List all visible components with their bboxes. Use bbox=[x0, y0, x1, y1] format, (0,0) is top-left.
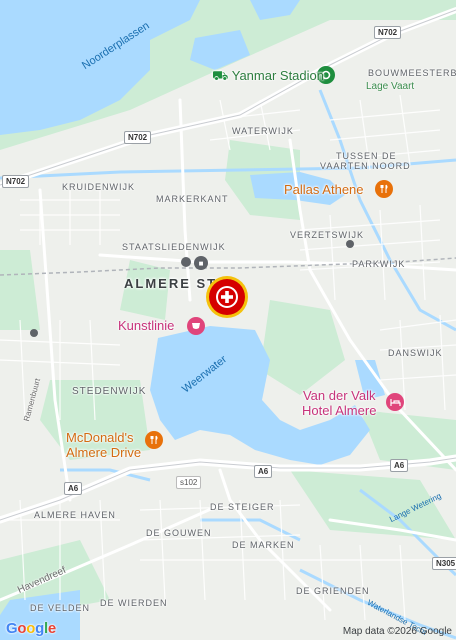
route-shield-a6: A6 bbox=[390, 459, 409, 472]
poi-label-pallas-athene[interactable]: Pallas Athene bbox=[284, 182, 364, 197]
restaurant-icon[interactable] bbox=[145, 431, 163, 449]
route-shield-n702: N702 bbox=[2, 175, 30, 188]
district-label-waterwijk: WATERWIJK bbox=[232, 126, 294, 136]
district-label-almere-haven: ALMERE HAVEN bbox=[34, 510, 116, 520]
poi-label-yanmar-stadion[interactable]: ⛟ Yanmar Stadion bbox=[212, 68, 324, 83]
district-label-de-grienden: DE GRIENDEN bbox=[296, 586, 370, 596]
hotel-icon[interactable] bbox=[386, 393, 404, 411]
district-label-stedenwijk: STEDENWIJK bbox=[72, 386, 147, 397]
district-label-parkwijk: PARKWIJK bbox=[352, 259, 406, 269]
district-label-danswijk: DANSWIJK bbox=[388, 348, 443, 358]
map-attribution[interactable]: Map data ©2026 Google bbox=[343, 626, 452, 637]
district-label-kruidenwijk: KRUIDENWIJK bbox=[62, 182, 136, 192]
google-logo-text: Google bbox=[6, 620, 56, 637]
district-label-de-gouwen: DE GOUWEN bbox=[146, 528, 212, 538]
poi-label-mcdonalds[interactable]: McDonald's Almere Drive bbox=[66, 430, 141, 460]
district-label-de-marken: DE MARKEN bbox=[232, 540, 295, 550]
district-label-de-wierden: DE WIERDEN bbox=[100, 598, 168, 608]
route-shield-n702: N702 bbox=[124, 131, 152, 144]
poi-label-van-der-valk[interactable]: Van der Valk Hotel Almere bbox=[302, 388, 376, 418]
location-marker[interactable] bbox=[204, 274, 250, 320]
map-canvas[interactable]: Noorderplassen Weerwater Lange Wetering … bbox=[0, 0, 456, 640]
district-label-tussen-de-vaarten-noord: VAARTEN NOORD bbox=[320, 161, 411, 171]
district-label-tussen-de-vaarten-noord: TUSSEN DE bbox=[336, 151, 397, 161]
poi-label-kunstlinie[interactable]: Kunstlinie bbox=[118, 318, 174, 333]
route-shield-a6: A6 bbox=[254, 465, 273, 478]
route-shield-n305: N305 bbox=[432, 557, 456, 570]
poi-label-lage-vaart[interactable]: Lage Vaart bbox=[366, 81, 414, 92]
theater-icon[interactable] bbox=[187, 317, 205, 335]
district-label-bouwmeesterbuurt: BOUWMEESTERBU bbox=[368, 68, 456, 78]
google-logo[interactable]: Google bbox=[6, 620, 56, 637]
route-shield-a6: A6 bbox=[64, 482, 83, 495]
district-label-markerkant: MARKERKANT bbox=[156, 194, 229, 204]
route-shield-s102: s102 bbox=[176, 476, 202, 489]
district-label-staatsliedenwijk: STAATSLIEDENWIJK bbox=[122, 242, 226, 252]
restaurant-icon[interactable] bbox=[375, 180, 393, 198]
route-shield-n702: N702 bbox=[374, 26, 402, 39]
district-label-de-steiger: DE STEIGER bbox=[210, 502, 275, 512]
district-label-de-velden: DE VELDEN bbox=[30, 603, 91, 613]
district-label-verzetswijk: VERZETSWIJK bbox=[290, 230, 365, 240]
train-station-icon[interactable]: ■ bbox=[194, 256, 208, 270]
stadium-icon: ⛟ bbox=[212, 68, 232, 83]
